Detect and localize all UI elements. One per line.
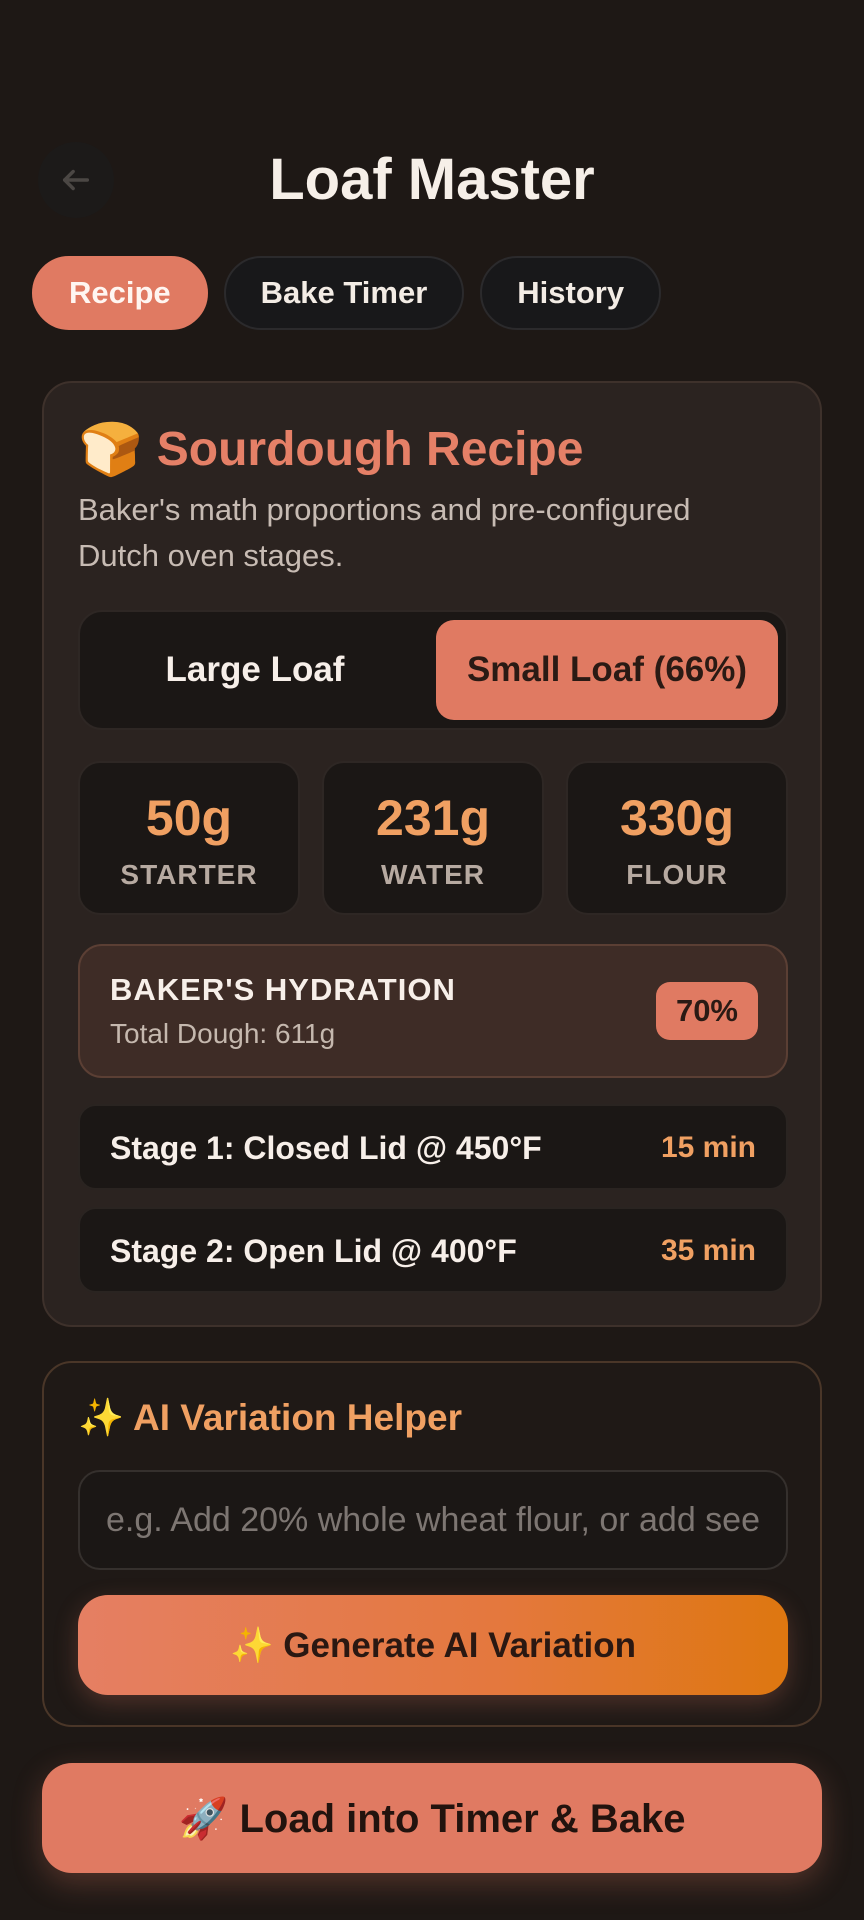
total-dough: Total Dough: 611g xyxy=(110,1018,336,1049)
stat-value: 231g xyxy=(376,790,490,846)
stat-flour: 330g FLOUR xyxy=(566,761,788,915)
stage-row: Stage 2: Open Lid @ 400°F 35 min xyxy=(78,1207,788,1293)
page-title: Loaf Master xyxy=(269,147,595,212)
app-screen: Loaf Master Recipe Bake Timer History 🍞 … xyxy=(0,0,864,1920)
tab-bar: Recipe Bake Timer History xyxy=(32,256,662,330)
recipe-card: 🍞 Sourdough Recipe Baker's math proporti… xyxy=(42,381,822,1327)
recipe-title-text: Sourdough Recipe xyxy=(156,423,584,476)
ai-helper-title: ✨ AI Variation Helper xyxy=(78,1397,462,1438)
load-timer-bake-button[interactable]: 🚀 Load into Timer & Bake xyxy=(42,1763,822,1873)
stage-name: Stage 1: Closed Lid @ 450°F xyxy=(110,1130,542,1166)
stat-value: 50g xyxy=(145,790,233,846)
stage-duration: 35 min xyxy=(660,1234,756,1267)
ingredient-stats: 50g STARTER 231g WATER 330g FLOUR xyxy=(78,761,788,915)
stage-row: Stage 1: Closed Lid @ 450°F 15 min xyxy=(78,1104,788,1190)
hydration-panel: BAKER'S HYDRATION Total Dough: 611g 70% xyxy=(78,944,788,1078)
recipe-title: 🍞 Sourdough Recipe xyxy=(78,419,583,480)
stat-label: FLOUR xyxy=(626,859,728,890)
ai-variation-input[interactable] xyxy=(78,1470,788,1570)
stat-starter: 50g STARTER xyxy=(78,761,300,915)
hydration-badge: 70% xyxy=(655,982,758,1040)
bread-icon: 🍞 xyxy=(78,421,143,479)
stat-label: STARTER xyxy=(120,859,258,890)
stage-name: Stage 2: Open Lid @ 400°F xyxy=(110,1233,517,1269)
small-loaf-option[interactable]: Small Loaf (66%) xyxy=(436,620,778,720)
tab-recipe[interactable]: Recipe xyxy=(32,256,208,330)
stat-label: WATER xyxy=(380,859,486,890)
stage-duration: 15 min xyxy=(660,1131,756,1164)
stat-value: 330g xyxy=(620,790,734,846)
header: Loaf Master xyxy=(0,140,864,220)
stat-water: 231g WATER xyxy=(322,761,544,915)
recipe-description: Baker's math proportions and pre-configu… xyxy=(78,492,691,573)
generate-ai-variation-button[interactable]: ✨ Generate AI Variation xyxy=(78,1595,788,1695)
ai-helper-card: ✨ AI Variation Helper ✨ Generate AI Vari… xyxy=(42,1361,822,1727)
tab-bake-timer[interactable]: Bake Timer xyxy=(223,256,465,330)
loaf-size-toggle: Large Loaf Small Loaf (66%) xyxy=(78,610,788,730)
large-loaf-option[interactable]: Large Loaf xyxy=(88,620,422,720)
tab-history[interactable]: History xyxy=(480,256,662,330)
hydration-title: BAKER'S HYDRATION xyxy=(110,972,456,1007)
